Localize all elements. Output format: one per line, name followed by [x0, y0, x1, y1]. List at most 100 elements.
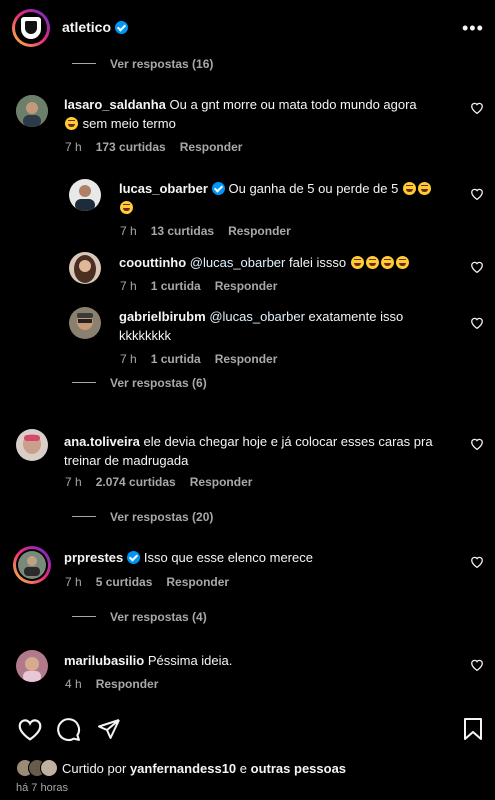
view-replies-button[interactable]: Ver respostas (16)	[72, 57, 213, 71]
avatar[interactable]	[16, 429, 48, 461]
reply-button[interactable]: Responder	[215, 352, 278, 366]
profile-avatar[interactable]	[12, 9, 50, 47]
comment-body: marilubasilio Péssima ideia.	[64, 651, 454, 670]
comment-time: 7 h	[65, 475, 82, 489]
comment-meta: 7 h 5 curtidas Responder	[65, 575, 243, 589]
divider	[72, 63, 96, 64]
comment-meta: 7 h 2.074 curtidas Responder	[65, 475, 266, 489]
liked-by-username[interactable]: yanfernandess10	[130, 761, 236, 776]
comment-bubble-icon[interactable]	[56, 717, 81, 742]
comment-text: Ou a gnt morre ou mata todo mundo agora	[169, 97, 417, 112]
bookmark-save-icon[interactable]	[463, 717, 483, 741]
comment-meta: 7 h 173 curtidas Responder	[65, 140, 256, 154]
laughing-emoji-icon	[403, 182, 416, 195]
avatar[interactable]	[69, 307, 101, 339]
laughing-emoji-icon	[120, 201, 133, 214]
reply-button[interactable]: Responder	[190, 475, 253, 489]
reply-button[interactable]: Responder	[215, 279, 278, 293]
divider	[72, 516, 96, 517]
like-heart-icon[interactable]	[470, 187, 484, 200]
comment-text: Péssima ideia.	[147, 653, 233, 668]
comment-text: falei issso	[289, 255, 347, 270]
comment-body: gabrielbirubm @lucas_obarber exatamente …	[119, 307, 439, 345]
post-header: atletico •••	[0, 0, 495, 56]
comment-likes[interactable]: 1 curtida	[151, 352, 201, 366]
liker-avatar	[40, 759, 58, 777]
comment-username[interactable]: ana.toliveira	[64, 434, 140, 449]
comment-time: 7 h	[65, 140, 82, 154]
comment-username[interactable]: gabrielbirubm	[119, 309, 206, 324]
post-time-ago: há 7 horas	[16, 782, 68, 794]
comment-meta: 7 h 1 curtida Responder	[120, 352, 291, 366]
comment-likes[interactable]: 1 curtida	[151, 279, 201, 293]
comment-meta: 7 h 1 curtida Responder	[120, 279, 291, 293]
comment-text: exatamente isso	[308, 309, 404, 324]
avatar[interactable]	[16, 650, 48, 682]
comment-body: ana.toliveira ele devia chegar hoje e já…	[64, 432, 464, 470]
comment-likes[interactable]: 13 curtidas	[151, 224, 214, 238]
comment-text: treinar de madrugada	[64, 453, 189, 468]
like-heart-icon[interactable]	[470, 658, 484, 671]
comment-likes[interactable]: 173 curtidas	[96, 140, 166, 154]
laughing-emoji-icon	[380, 256, 394, 269]
like-heart-icon[interactable]	[470, 316, 484, 329]
comment-likes[interactable]: 5 curtidas	[96, 575, 153, 589]
comment-text: sem meio termo	[82, 116, 176, 131]
laughing-emoji-icon	[350, 256, 364, 269]
reply-button[interactable]: Responder	[96, 677, 159, 691]
reply-button[interactable]: Responder	[228, 224, 291, 238]
comment-username[interactable]: lucas_obarber	[119, 181, 208, 196]
like-heart-icon[interactable]	[470, 260, 484, 273]
mention-link[interactable]: @lucas_obarber	[190, 255, 286, 270]
avatar[interactable]	[69, 252, 101, 284]
comment-time: 7 h	[65, 575, 82, 589]
comment-meta: 7 h 13 curtidas Responder	[120, 224, 305, 238]
comment-username[interactable]: coouttinho	[119, 255, 186, 270]
reply-button[interactable]: Responder	[166, 575, 229, 589]
comment-likes[interactable]: 2.074 curtidas	[96, 475, 176, 489]
comment-body: prprestes Isso que esse elenco merece	[64, 548, 454, 567]
comment-meta: 4 h Responder	[65, 677, 172, 691]
laughing-emoji-icon	[418, 182, 431, 195]
reply-button[interactable]: Responder	[180, 140, 243, 154]
verified-badge-icon	[211, 182, 225, 195]
view-replies-label: Ver respostas (20)	[110, 510, 214, 524]
liked-by-others[interactable]: outras pessoas	[251, 761, 346, 776]
post-actions-bar	[0, 710, 495, 800]
avatar[interactable]	[16, 95, 48, 127]
view-replies-button[interactable]: Ver respostas (6)	[72, 376, 207, 390]
avatar[interactable]	[13, 546, 51, 584]
avatar[interactable]	[69, 179, 101, 211]
laughing-emoji-icon	[365, 256, 379, 269]
club-crest-logo	[21, 17, 41, 39]
divider	[72, 616, 96, 617]
post-author[interactable]: atletico	[62, 19, 129, 35]
share-send-icon[interactable]	[97, 717, 121, 741]
view-replies-button[interactable]: Ver respostas (20)	[72, 510, 213, 524]
verified-badge-icon	[115, 21, 129, 34]
divider	[72, 382, 96, 383]
post-author-username[interactable]: atletico	[62, 19, 111, 35]
like-heart-icon[interactable]	[17, 717, 43, 741]
comment-username[interactable]: marilubasilio	[64, 653, 144, 668]
like-heart-icon[interactable]	[470, 101, 484, 114]
liked-by-conjunction: e	[239, 761, 248, 776]
more-horizontal-icon[interactable]: •••	[462, 18, 484, 39]
comment-time: 7 h	[120, 279, 137, 293]
laughing-emoji-icon	[395, 256, 409, 269]
comment-username[interactable]: prprestes	[64, 550, 123, 565]
like-heart-icon[interactable]	[470, 555, 484, 568]
comment-text: ele devia chegar hoje e já colocar esses…	[143, 434, 433, 449]
liked-by-text: Curtido por yanfernandess10 e outras pes…	[62, 761, 346, 776]
comment-text: Isso que esse elenco merece	[143, 550, 313, 565]
view-replies-button[interactable]: Ver respostas (4)	[72, 610, 207, 624]
comment-text: Ou ganha de 5 ou perde de 5	[228, 181, 399, 196]
comment-body: lucas_obarber Ou ganha de 5 ou perde de …	[119, 179, 459, 217]
mention-link[interactable]: @lucas_obarber	[209, 309, 305, 324]
comment-username[interactable]: lasaro_saldanha	[64, 97, 166, 112]
like-heart-icon[interactable]	[470, 437, 484, 450]
comment-body: lasaro_saldanha Ou a gnt morre ou mata t…	[64, 95, 454, 133]
liked-by-prefix: Curtido por	[62, 761, 127, 776]
view-replies-label: Ver respostas (4)	[110, 610, 207, 624]
comment-time: 7 h	[120, 224, 137, 238]
